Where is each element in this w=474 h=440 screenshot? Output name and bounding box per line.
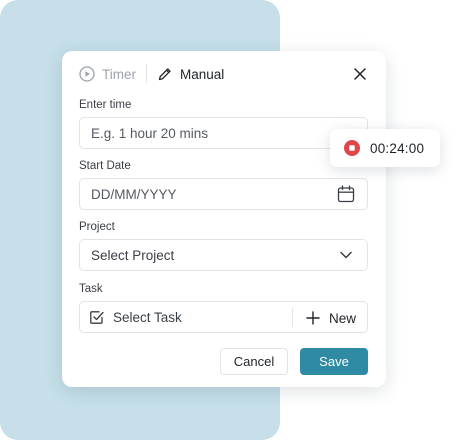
pencil-icon: [158, 68, 171, 81]
tab-manual-label: Manual: [180, 66, 225, 82]
play-circle-icon: [79, 66, 95, 82]
calendar-icon: [337, 185, 355, 203]
new-task-label: New: [329, 310, 357, 326]
start-date-label: Start Date: [79, 160, 131, 172]
task-divider: [292, 308, 293, 327]
checkbox-icon: [90, 311, 104, 324]
enter-time-field: [79, 117, 368, 149]
tab-manual[interactable]: Manual: [157, 64, 224, 84]
enter-time-input[interactable]: [80, 119, 331, 147]
close-icon: [354, 68, 366, 80]
enter-time-label: Enter time: [79, 99, 132, 111]
dialog-header: Timer Manual: [62, 51, 386, 95]
date-picker-button[interactable]: [337, 185, 355, 203]
project-select-value: Select Project: [91, 247, 175, 263]
timer-elapsed: 00:24:00: [370, 141, 425, 156]
running-timer-chip[interactable]: 00:24:00: [330, 129, 440, 167]
task-label: Task: [79, 283, 103, 295]
tab-divider: [146, 64, 147, 83]
time-entry-dialog: Timer Manual Enter time Start Date: [62, 51, 386, 387]
project-select[interactable]: Select Project: [79, 239, 368, 271]
tab-timer-label: Timer: [102, 66, 136, 82]
plus-icon: [306, 311, 320, 325]
project-dropdown-toggle[interactable]: [337, 246, 355, 264]
new-task-button[interactable]: New: [306, 308, 356, 328]
task-select[interactable]: Select Task: [113, 310, 182, 325]
cancel-button[interactable]: Cancel: [220, 348, 288, 375]
start-date-input[interactable]: [80, 180, 331, 208]
save-button[interactable]: Save: [300, 348, 368, 375]
close-button[interactable]: [351, 65, 369, 83]
tab-timer[interactable]: Timer: [79, 64, 136, 84]
project-label: Project: [79, 221, 115, 233]
start-date-field: [79, 178, 368, 210]
task-field: Select Task New: [79, 301, 368, 333]
chevron-down-icon: [340, 251, 352, 259]
stop-record-icon[interactable]: [344, 140, 360, 156]
